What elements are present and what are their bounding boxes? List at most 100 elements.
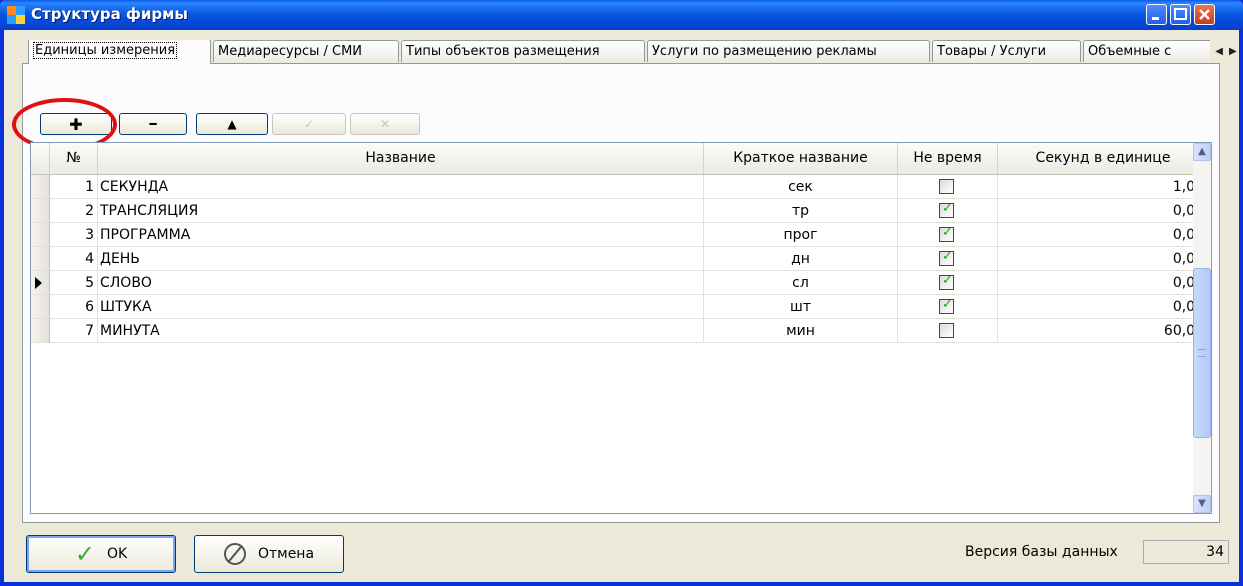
table-row[interactable]: 3 ПРОГРАММА прог ✓ 0,00 bbox=[31, 223, 1209, 247]
title-bar[interactable]: Структура фирмы bbox=[0, 0, 1243, 30]
row-selector[interactable] bbox=[31, 295, 50, 319]
cell-name[interactable]: ПРОГРАММА bbox=[98, 223, 704, 247]
cell-not-time[interactable]: ✓ bbox=[898, 271, 998, 295]
move-up-button[interactable]: ▲ bbox=[196, 113, 268, 135]
cell-num[interactable]: 6 bbox=[50, 295, 98, 319]
row-selector[interactable] bbox=[31, 199, 50, 223]
tab-placement-object-types[interactable]: Типы объектов размещения bbox=[401, 40, 645, 62]
tab-goods-services[interactable]: Товары / Услуги bbox=[932, 40, 1081, 62]
row-selector[interactable] bbox=[31, 319, 50, 343]
cell-seconds[interactable]: 0,00 bbox=[998, 247, 1209, 271]
checkmark-icon: ✓ bbox=[942, 201, 953, 216]
tab-label: Типы объектов размещения bbox=[406, 44, 600, 59]
cell-num[interactable]: 7 bbox=[50, 319, 98, 343]
app-icon bbox=[7, 6, 25, 24]
not-time-checkbox[interactable]: ✓ bbox=[939, 297, 954, 314]
checkmark-icon: ✓ bbox=[942, 225, 953, 240]
row-selector[interactable] bbox=[31, 223, 50, 247]
tab-units[interactable]: Единицы измерения bbox=[28, 40, 211, 64]
tab-scroll-left-icon[interactable]: ◀ bbox=[1215, 46, 1223, 57]
not-time-checkbox[interactable] bbox=[939, 179, 954, 194]
not-time-checkbox[interactable]: ✓ bbox=[939, 225, 954, 242]
cell-short-name[interactable]: дн bbox=[704, 247, 898, 271]
cell-short-name[interactable]: прог bbox=[704, 223, 898, 247]
window: Структура фирмы Единицы измерения Медиар… bbox=[0, 0, 1243, 586]
cell-not-time[interactable] bbox=[898, 319, 998, 343]
cancel-button[interactable]: Отмена bbox=[194, 535, 344, 573]
tab-volume[interactable]: Объемные с bbox=[1083, 40, 1210, 62]
cell-num[interactable]: 3 bbox=[50, 223, 98, 247]
cell-num[interactable]: 1 bbox=[50, 175, 98, 199]
cell-not-time[interactable]: ✓ bbox=[898, 295, 998, 319]
cell-num[interactable]: 5 bbox=[50, 271, 98, 295]
column-header-short-name[interactable]: Краткое название bbox=[704, 143, 898, 174]
apply-button[interactable]: ✓ bbox=[272, 113, 346, 135]
cell-not-time[interactable] bbox=[898, 175, 998, 199]
cell-short-name[interactable]: мин bbox=[704, 319, 898, 343]
db-version-value: 34 bbox=[1143, 540, 1229, 564]
table-row[interactable]: 6 ШТУКА шт ✓ 0,00 bbox=[31, 295, 1209, 319]
cell-short-name[interactable]: тр bbox=[704, 199, 898, 223]
maximize-icon bbox=[1174, 8, 1187, 20]
cell-seconds[interactable]: 0,00 bbox=[998, 223, 1209, 247]
checkmark-icon: ✓ bbox=[303, 117, 315, 131]
cell-short-name[interactable]: шт bbox=[704, 295, 898, 319]
cell-name[interactable]: ШТУКА bbox=[98, 295, 704, 319]
cell-name[interactable]: ТРАНСЛЯЦИЯ bbox=[98, 199, 704, 223]
column-header-num[interactable]: № bbox=[50, 143, 98, 174]
cell-num[interactable]: 4 bbox=[50, 247, 98, 271]
ok-button[interactable]: ✓ OK bbox=[26, 535, 176, 573]
units-grid[interactable]: № Название Краткое название Не время Сек… bbox=[30, 142, 1212, 514]
discard-button[interactable]: ✕ bbox=[350, 113, 420, 135]
cell-not-time[interactable]: ✓ bbox=[898, 247, 998, 271]
cell-name[interactable]: СЕКУНДА bbox=[98, 175, 704, 199]
row-selector[interactable] bbox=[31, 247, 50, 271]
not-time-checkbox[interactable] bbox=[939, 323, 954, 338]
cell-short-name[interactable]: сл bbox=[704, 271, 898, 295]
cell-seconds[interactable]: 60,00 bbox=[998, 319, 1209, 343]
cell-seconds[interactable]: 1,00 bbox=[998, 175, 1209, 199]
not-time-checkbox[interactable]: ✓ bbox=[939, 249, 954, 266]
column-header-not-time[interactable]: Не время bbox=[898, 143, 998, 174]
cell-not-time[interactable]: ✓ bbox=[898, 199, 998, 223]
table-row[interactable]: 4 ДЕНЬ дн ✓ 0,00 bbox=[31, 247, 1209, 271]
scroll-down-button[interactable]: ▼ bbox=[1193, 495, 1211, 513]
minus-icon: ━ bbox=[149, 117, 157, 131]
column-header-seconds[interactable]: Секунд в единице bbox=[998, 143, 1209, 174]
minimize-button[interactable] bbox=[1146, 4, 1167, 25]
table-row[interactable]: 2 ТРАНСЛЯЦИЯ тр ✓ 0,00 bbox=[31, 199, 1209, 223]
cell-name[interactable]: ДЕНЬ bbox=[98, 247, 704, 271]
vertical-scrollbar[interactable]: ▲ ▼ bbox=[1193, 143, 1211, 513]
table-row[interactable]: 1 СЕКУНДА сек 1,00 bbox=[31, 175, 1209, 199]
tab-label: Медиаресурсы / СМИ bbox=[218, 44, 363, 59]
cell-short-name[interactable]: сек bbox=[704, 175, 898, 199]
tab-scroll-right-icon[interactable]: ▶ bbox=[1229, 46, 1237, 57]
column-header-name[interactable]: Название bbox=[98, 143, 704, 174]
row-selector[interactable] bbox=[31, 271, 50, 295]
delete-row-button[interactable]: ━ bbox=[119, 113, 187, 135]
checkmark-icon: ✓ bbox=[74, 540, 95, 568]
scroll-thumb[interactable] bbox=[1193, 268, 1211, 438]
not-time-checkbox[interactable]: ✓ bbox=[939, 201, 954, 218]
row-selector[interactable] bbox=[31, 175, 50, 199]
close-button[interactable] bbox=[1194, 4, 1215, 25]
cell-num[interactable]: 2 bbox=[50, 199, 98, 223]
current-row-arrow-icon bbox=[35, 277, 42, 289]
cell-name[interactable]: МИНУТА bbox=[98, 319, 704, 343]
table-row[interactable]: 7 МИНУТА мин 60,00 bbox=[31, 319, 1209, 343]
cell-seconds[interactable]: 0,00 bbox=[998, 271, 1209, 295]
table-row[interactable]: 5 СЛОВО сл ✓ 0,00 bbox=[31, 271, 1209, 295]
tab-media-resources[interactable]: Медиаресурсы / СМИ bbox=[213, 40, 399, 62]
tab-ad-placement-services[interactable]: Услуги по размещению рекламы bbox=[647, 40, 930, 62]
cell-seconds[interactable]: 0,00 bbox=[998, 295, 1209, 319]
cell-not-time[interactable]: ✓ bbox=[898, 223, 998, 247]
not-time-checkbox[interactable]: ✓ bbox=[939, 273, 954, 290]
scroll-grip-icon bbox=[1198, 349, 1206, 357]
scroll-up-button[interactable]: ▲ bbox=[1193, 143, 1211, 161]
tab-label: Единицы измерения bbox=[33, 42, 178, 59]
row-header-corner bbox=[31, 143, 50, 174]
cell-seconds[interactable]: 0,00 bbox=[998, 199, 1209, 223]
cell-name[interactable]: СЛОВО bbox=[98, 271, 704, 295]
maximize-button[interactable] bbox=[1170, 4, 1191, 25]
tab-scroll-buttons[interactable]: ◀ ▶ bbox=[1212, 40, 1240, 62]
